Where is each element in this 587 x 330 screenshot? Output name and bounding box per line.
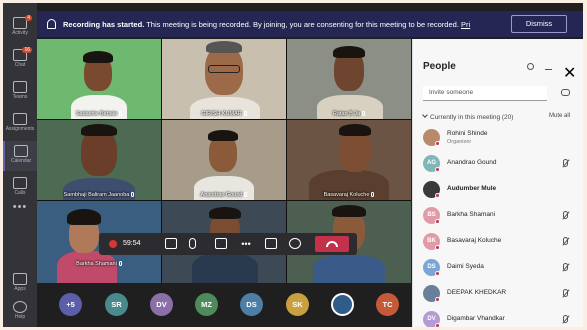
overflow-participants-avatar[interactable]: +5 xyxy=(59,293,82,316)
call-timer: 59:54 xyxy=(123,240,141,247)
app-rail: Activity 4 Chat 16 Teams Assignments Cal… xyxy=(3,3,37,327)
participant-row[interactable]: BK Basavaraj Koluche xyxy=(421,231,581,253)
mic-icon xyxy=(131,192,135,197)
microphone-icon[interactable] xyxy=(189,238,196,249)
more-actions-icon[interactable]: ••• xyxy=(239,237,253,251)
avatar[interactable]: DS xyxy=(240,293,263,316)
mic-off-icon xyxy=(563,159,568,167)
camera-icon[interactable] xyxy=(165,238,177,249)
hang-up-button[interactable] xyxy=(315,236,349,252)
recording-notice: Recording has started. This meeting is b… xyxy=(63,20,471,29)
people-panel: People ✕ Invite someone Currently in thi… xyxy=(412,39,583,327)
mic-icon xyxy=(243,111,247,116)
share-screen-icon[interactable] xyxy=(215,238,227,249)
avatar[interactable]: SK xyxy=(286,293,309,316)
close-icon[interactable]: ✕ xyxy=(563,63,576,82)
recording-banner: Recording has started. This meeting is b… xyxy=(37,11,583,37)
mic-icon xyxy=(371,192,375,197)
mic-off-icon xyxy=(563,263,568,271)
mic-off-icon xyxy=(563,211,568,219)
rail-item-chat[interactable]: Chat 16 xyxy=(3,45,37,75)
video-grid: Sadashiv Bebale GIRISH KUMAR Ratan B Ja … xyxy=(37,39,411,283)
download-icon[interactable] xyxy=(545,63,552,70)
participant-name: GIRISH KUMAR xyxy=(201,111,242,117)
share-icon[interactable] xyxy=(527,63,534,70)
call-controls: 59:54 ••• xyxy=(99,233,357,255)
avatar[interactable]: MZ xyxy=(195,293,218,316)
meeting-section-header[interactable]: Currently in this meeting (20) xyxy=(422,112,513,121)
mute-all-button[interactable]: Mute all xyxy=(549,113,570,119)
phone-hangup-icon xyxy=(326,241,338,247)
avatar[interactable]: TC xyxy=(376,293,399,316)
teams-meeting-window: Activity 4 Chat 16 Teams Assignments Cal… xyxy=(3,3,583,327)
assignments-icon xyxy=(13,113,27,125)
dismiss-button[interactable]: Dismiss xyxy=(511,15,567,33)
mic-icon xyxy=(244,192,248,197)
rail-item-assignments[interactable]: Assignments xyxy=(3,109,37,139)
participant-name: Ratan B Ja xyxy=(332,111,361,117)
participants-icon[interactable] xyxy=(289,238,301,249)
participant-name: Barkha Shamani xyxy=(76,261,117,267)
rail-item-activity[interactable]: Activity 4 xyxy=(3,13,37,43)
participant-row[interactable]: BS Barkha Shamani xyxy=(421,205,581,227)
participant-name: Sambhaji Baliram Jaanoba xyxy=(63,192,130,198)
rail-item-help[interactable]: Help xyxy=(3,297,37,327)
participant-row[interactable]: AG Anandrao Gound xyxy=(421,153,581,175)
recording-indicator-icon xyxy=(109,240,117,248)
avatar-photo[interactable] xyxy=(331,293,354,316)
participant-name: Sadashiv Bebale xyxy=(75,111,118,117)
avatar[interactable]: SR xyxy=(105,293,128,316)
participant-row[interactable]: DV Digambar Vhandkar xyxy=(421,309,581,327)
participant-avatar-strip: +5 SR DV MZ DS SK TC xyxy=(37,283,411,327)
participant-row[interactable]: DEEPAK KHEDKAR xyxy=(421,283,581,305)
avatar[interactable]: DV xyxy=(150,293,173,316)
chat-icon[interactable] xyxy=(265,238,277,249)
rail-item-calls[interactable]: Calls xyxy=(3,173,37,203)
link-icon[interactable] xyxy=(561,89,570,96)
help-icon xyxy=(13,301,27,313)
mic-off-icon xyxy=(563,315,568,323)
phone-icon xyxy=(13,177,27,189)
teams-icon xyxy=(13,81,27,93)
video-tile[interactable]: Basavaraj Koluche xyxy=(287,120,411,200)
activity-badge: 4 xyxy=(25,15,32,21)
apps-icon xyxy=(13,273,27,285)
participant-row[interactable]: Audumber Mule xyxy=(421,179,581,201)
more-apps-icon[interactable]: ••• xyxy=(3,201,37,213)
participant-row[interactable]: Rohini Shinde Organizer xyxy=(421,127,581,149)
mic-icon xyxy=(119,111,123,116)
video-tile[interactable]: Ratan B Ja xyxy=(287,39,411,119)
rail-item-apps[interactable]: Apps xyxy=(3,269,37,299)
participant-name: Anandrao Gound xyxy=(200,192,243,198)
mic-off-icon xyxy=(563,237,568,245)
panel-title: People xyxy=(423,61,456,72)
participant-row[interactable]: DS Daimi Syeda xyxy=(421,257,581,279)
chat-badge: 16 xyxy=(22,47,32,53)
video-tile[interactable]: Sadashiv Bebale xyxy=(37,39,161,119)
mic-icon xyxy=(362,111,366,116)
video-tile[interactable]: Sambhaji Baliram Jaanoba xyxy=(37,120,161,200)
invite-input[interactable]: Invite someone xyxy=(423,86,547,101)
rail-item-teams[interactable]: Teams xyxy=(3,77,37,107)
video-tile[interactable]: GIRISH KUMAR xyxy=(162,39,286,119)
rail-item-calendar[interactable]: Calendar xyxy=(3,141,37,171)
mic-off-icon xyxy=(563,289,568,297)
participant-name: Basavaraj Koluche xyxy=(323,192,370,198)
calendar-icon xyxy=(14,145,28,157)
chevron-down-icon xyxy=(422,112,428,118)
shield-icon xyxy=(47,19,56,29)
video-tile[interactable]: Anandrao Gound xyxy=(162,120,286,200)
privacy-link[interactable]: Pri xyxy=(461,20,470,29)
mic-icon xyxy=(118,261,122,266)
